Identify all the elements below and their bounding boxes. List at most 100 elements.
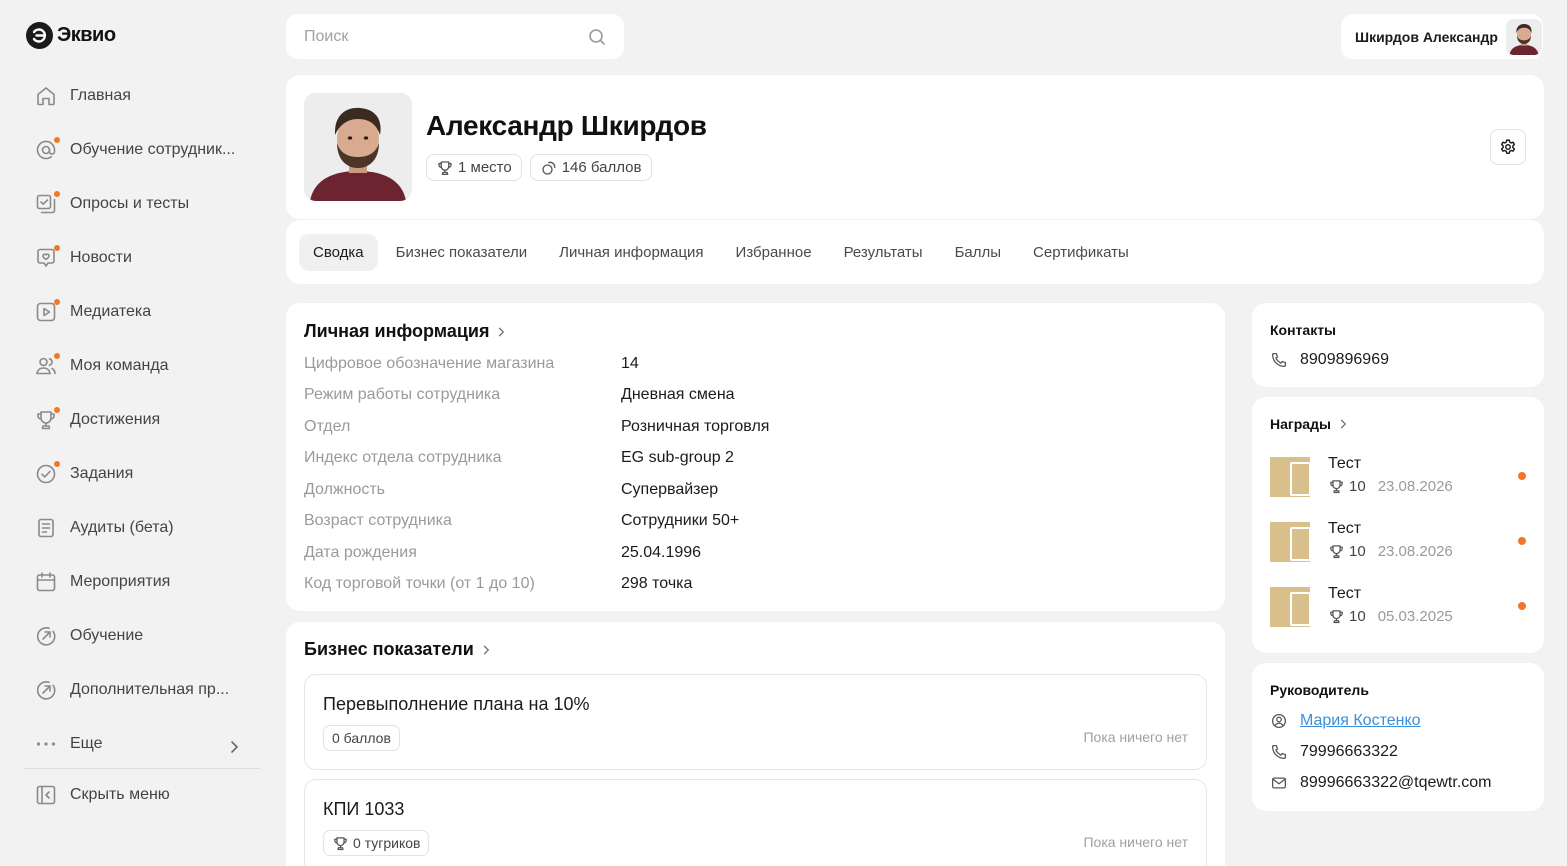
award-meta: 10 05.03.2025 bbox=[1328, 608, 1453, 625]
app-logo[interactable]: Эквио bbox=[26, 22, 116, 49]
notification-dot bbox=[54, 299, 60, 305]
manager-name-link[interactable]: Мария Костенко bbox=[1300, 712, 1421, 730]
eqvio-logo-icon bbox=[26, 22, 53, 49]
sidebar-item-surveys[interactable]: Опросы и тесты bbox=[24, 177, 260, 231]
award-name: Тест bbox=[1328, 455, 1362, 472]
collapse-sidebar-icon bbox=[34, 783, 58, 807]
manager-email-row: 89996663322@tqewtr.com bbox=[1270, 771, 1491, 795]
sidebar-item-additional[interactable]: Дополнительная пр... bbox=[24, 663, 260, 717]
award-date: 23.08.2026 bbox=[1377, 478, 1453, 495]
kpi-item[interactable]: Перевыполнение плана на 10% 0 баллов Пок… bbox=[304, 674, 1207, 770]
award-points: 10 bbox=[1349, 478, 1366, 495]
hide-menu-button[interactable]: Скрыть меню bbox=[24, 768, 260, 822]
info-row: Код торговой точки (от 1 до 10) 298 точка bbox=[304, 569, 1204, 599]
sidebar-item-label: Дополнительная пр... bbox=[70, 681, 230, 698]
info-key: Дата рождения bbox=[304, 544, 417, 561]
awards-title-link[interactable]: Награды bbox=[1270, 416, 1349, 432]
arrow-circle-icon bbox=[34, 678, 58, 702]
search-icon[interactable] bbox=[588, 28, 606, 46]
tab-points[interactable]: Баллы bbox=[941, 234, 1015, 271]
info-row: Индекс отдела сотрудника EG sub-group 2 bbox=[304, 443, 1204, 473]
sidebar-item-label: Обучение bbox=[70, 627, 144, 644]
info-row: Отдел Розничная торговля bbox=[304, 412, 1204, 442]
award-item[interactable]: Тест 10 23.08.2026 bbox=[1270, 455, 1526, 499]
manager-phone-row: 79996663322 bbox=[1270, 740, 1398, 764]
profile-header: Александр Шкирдов 1 место 146 баллов bbox=[286, 75, 1544, 219]
logo-text: Эквио bbox=[57, 24, 116, 46]
phone-icon bbox=[1270, 743, 1288, 761]
sidebar-item-label: Достижения bbox=[70, 411, 161, 428]
manager-email: 89996663322@tqewtr.com bbox=[1300, 774, 1492, 791]
kpi-badge-text: 0 баллов bbox=[332, 730, 391, 746]
personal-info-title: Личная информация bbox=[304, 321, 490, 341]
personal-info-title-link[interactable]: Личная информация bbox=[304, 321, 507, 342]
award-item[interactable]: Тест 10 23.08.2026 bbox=[1270, 520, 1526, 564]
sidebar-item-home[interactable]: Главная bbox=[24, 69, 260, 123]
sidebar-item-audits[interactable]: Аудиты (бета) bbox=[24, 501, 260, 555]
info-key: Индекс отдела сотрудника bbox=[304, 449, 502, 466]
survey-icon bbox=[34, 191, 60, 216]
profile-settings-button[interactable] bbox=[1490, 129, 1526, 165]
sidebar-item-more[interactable]: Еще bbox=[24, 717, 260, 771]
award-points: 10 bbox=[1349, 608, 1366, 625]
kpi-empty-text: Пока ничего нет bbox=[1083, 834, 1188, 850]
sidebar-item-events[interactable]: Мероприятия bbox=[24, 555, 260, 609]
notification-dot bbox=[54, 407, 60, 413]
chevron-right-icon bbox=[1337, 418, 1349, 430]
info-value: 14 bbox=[621, 355, 639, 372]
unread-dot bbox=[1518, 602, 1526, 610]
manager-name-row: Мария Костенко bbox=[1270, 709, 1421, 733]
hide-menu-label: Скрыть меню bbox=[70, 786, 170, 803]
tab-business-metrics[interactable]: Бизнес показатели bbox=[382, 234, 542, 271]
contact-phone-value: 8909896969 bbox=[1300, 351, 1389, 368]
business-metrics-title-link[interactable]: Бизнес показатели bbox=[304, 639, 492, 660]
manager-title: Руководитель bbox=[1270, 682, 1369, 698]
sidebar-item-tasks[interactable]: Задания bbox=[24, 447, 260, 501]
sidebar-item-learning[interactable]: Обучение bbox=[24, 609, 260, 663]
info-key: Возраст сотрудника bbox=[304, 512, 452, 529]
kpi-item[interactable]: КПИ 1033 0 тугриков Пока ничего нет bbox=[304, 779, 1207, 866]
award-thumbnail bbox=[1270, 522, 1311, 562]
chevron-right-icon bbox=[222, 735, 246, 759]
tab-summary[interactable]: Сводка bbox=[299, 233, 378, 271]
award-item[interactable]: Тест 10 05.03.2025 bbox=[1270, 585, 1526, 629]
tab-results[interactable]: Результаты bbox=[830, 234, 937, 271]
info-value: Дневная смена bbox=[621, 386, 735, 403]
tab-personal-info[interactable]: Личная информация bbox=[545, 234, 717, 271]
check-circle-icon bbox=[34, 461, 60, 486]
search-bar bbox=[286, 14, 624, 59]
sidebar-item-news[interactable]: Новости bbox=[24, 231, 260, 285]
award-thumbnail bbox=[1270, 457, 1311, 497]
unread-dot bbox=[1518, 537, 1526, 545]
award-points: 10 bbox=[1349, 543, 1366, 560]
sidebar-item-label: Обучение сотрудник... bbox=[70, 141, 236, 158]
sidebar-item-employee-training[interactable]: Обучение сотрудник... bbox=[24, 123, 260, 177]
sidebar-item-label: Задания bbox=[70, 465, 134, 482]
business-metrics-title: Бизнес показатели bbox=[304, 639, 474, 659]
contacts-card: Контакты 8909896969 bbox=[1252, 303, 1544, 387]
tab-favorites[interactable]: Избранное bbox=[722, 234, 826, 271]
audit-document-icon bbox=[34, 516, 58, 540]
news-heart-icon bbox=[34, 245, 60, 270]
award-meta: 10 23.08.2026 bbox=[1328, 543, 1453, 560]
sidebar-item-label: Опросы и тесты bbox=[70, 195, 190, 212]
profile-avatar bbox=[304, 93, 412, 201]
contacts-title: Контакты bbox=[1270, 322, 1337, 338]
info-key: Цифровое обозначение магазина bbox=[304, 355, 555, 372]
sidebar-item-achievements[interactable]: Достижения bbox=[24, 393, 260, 447]
sidebar-item-media-library[interactable]: Медиатека bbox=[24, 285, 260, 339]
chevron-right-icon bbox=[495, 326, 507, 338]
tab-certificates[interactable]: Сертификаты bbox=[1019, 234, 1143, 271]
info-row: Возраст сотрудника Сотрудники 50+ bbox=[304, 506, 1204, 536]
manager-phone: 79996663322 bbox=[1300, 743, 1398, 760]
info-value: 298 точка bbox=[621, 575, 693, 592]
sidebar-item-label: Моя команда bbox=[70, 357, 169, 374]
award-date: 23.08.2026 bbox=[1377, 543, 1453, 560]
user-menu[interactable]: Шкирдов Александр bbox=[1341, 14, 1543, 59]
sidebar-item-my-team[interactable]: Моя команда bbox=[24, 339, 260, 393]
profile-badges: 1 место 146 баллов bbox=[426, 154, 652, 181]
search-input[interactable] bbox=[304, 27, 588, 46]
gear-icon bbox=[1499, 138, 1517, 156]
award-name: Тест bbox=[1328, 520, 1362, 537]
team-icon bbox=[34, 353, 60, 378]
